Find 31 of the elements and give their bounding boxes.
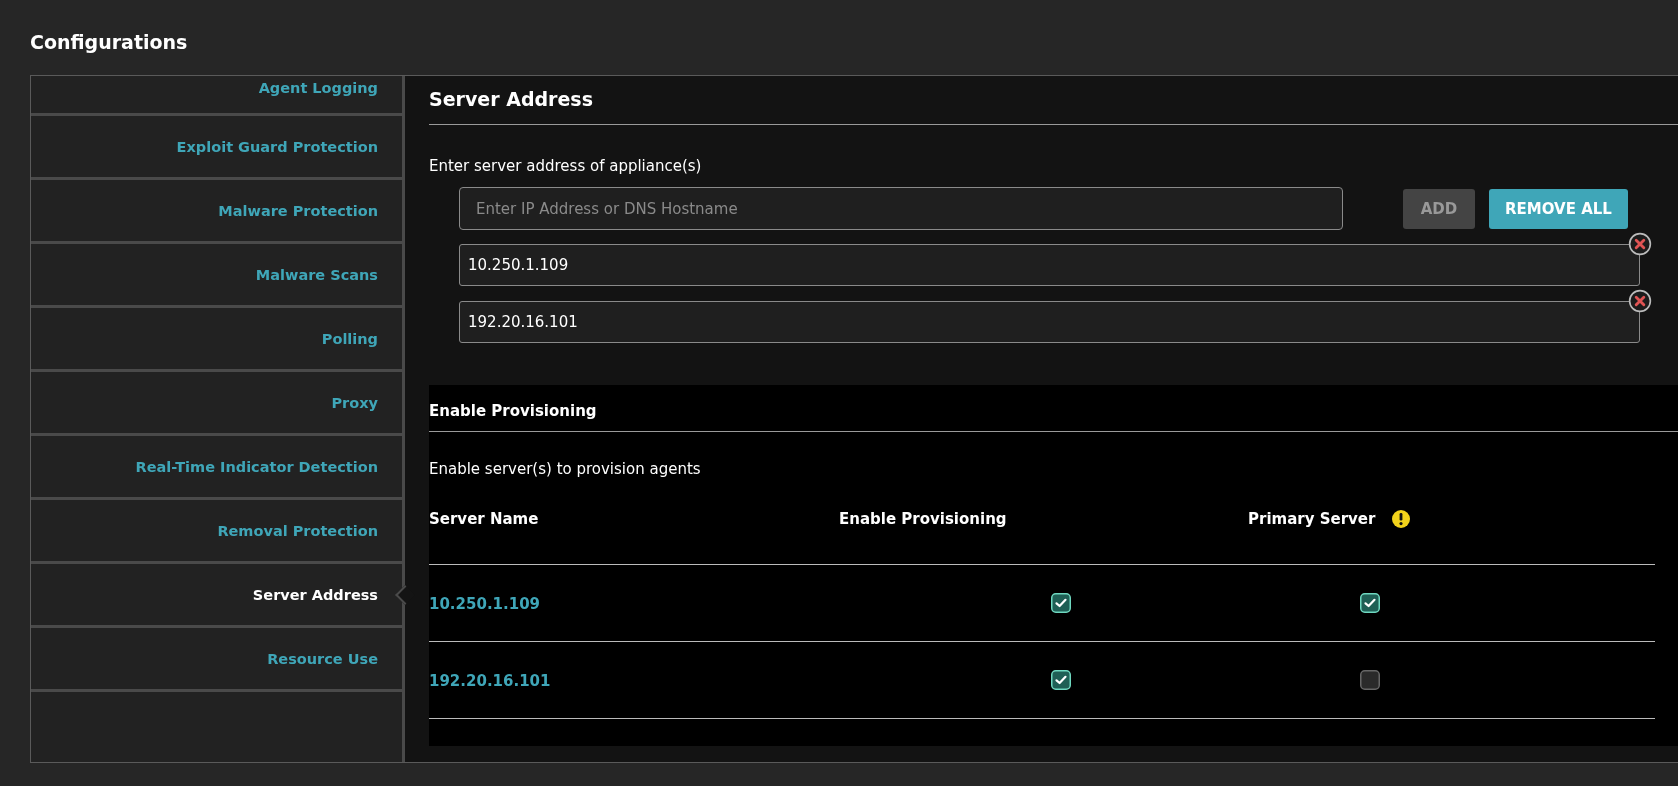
checkbox[interactable]	[1360, 593, 1380, 613]
section-title: Enable Provisioning	[429, 402, 598, 420]
column-header: Enable Provisioning	[839, 510, 1008, 528]
sidebar-item[interactable]: Real-Time Indicator Detection	[135, 458, 402, 475]
sidebar-item[interactable]: Resource Use	[267, 650, 402, 667]
address-entry-field[interactable]: 192.20.16.101	[459, 301, 1640, 343]
description-text: Enable server(s) to provision agents	[429, 460, 702, 478]
checkbox[interactable]	[1051, 593, 1071, 613]
checkbox[interactable]	[1051, 670, 1071, 690]
remove-all-button[interactable]: REMOVE ALL	[1489, 188, 1628, 229]
server-link[interactable]: 10.250.1.109	[429, 594, 541, 613]
sidebar-item[interactable]: Proxy	[331, 394, 402, 411]
warning-icon[interactable]	[1391, 509, 1412, 529]
sidebar-item[interactable]: Agent Logging	[258, 80, 402, 96]
sidebar-item[interactable]: Exploit Guard Protection	[176, 138, 402, 155]
sidebar-item[interactable]: Malware Scans	[255, 266, 402, 283]
close-icon[interactable]	[1628, 232, 1652, 256]
sidebar-item[interactable]: Polling	[321, 330, 402, 347]
server-link[interactable]: 192.20.16.101	[429, 671, 551, 690]
address-entry-field[interactable]: 10.250.1.109	[459, 244, 1640, 286]
column-header: Primary Server	[1248, 510, 1376, 528]
field-label: Enter server address of appliance(s)	[429, 157, 703, 175]
sidebar-item[interactable]: Removal Protection	[217, 522, 402, 539]
column-header: Server Name	[429, 510, 540, 528]
sidebar-item[interactable]: Server Address	[252, 586, 402, 603]
address-input-field[interactable]: Enter IP Address or DNS Hostname	[459, 187, 1343, 230]
section-title: Server Address	[429, 87, 594, 112]
checkbox[interactable]	[1360, 670, 1380, 690]
close-icon[interactable]	[1628, 289, 1652, 313]
window-title: Configurations	[30, 30, 188, 53]
sidebar-item[interactable]: Malware Protection	[218, 202, 402, 219]
